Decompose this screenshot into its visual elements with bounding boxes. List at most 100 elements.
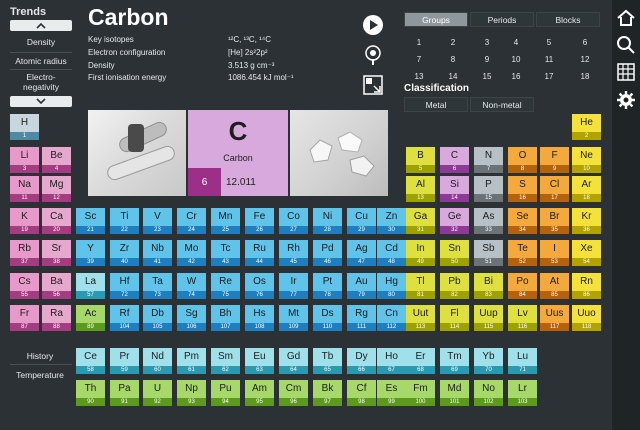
trend-electronegativity[interactable]: Electro- negativity [6, 72, 76, 92]
trend-atomic-radius[interactable]: Atomic radius [6, 56, 76, 66]
element-tile-ca[interactable]: Ca 20 [42, 208, 71, 234]
element-tile-uut[interactable]: Uut 113 [406, 305, 435, 331]
element-tile-eu[interactable]: Eu 63 [245, 348, 274, 374]
element-tile-dy[interactable]: Dy 66 [347, 348, 376, 374]
element-tile-s[interactable]: S 16 [508, 176, 537, 202]
element-tile-at[interactable]: At 85 [540, 273, 569, 299]
element-tile-cs[interactable]: Cs 55 [10, 273, 39, 299]
element-tile-lr[interactable]: Lr 103 [508, 380, 537, 406]
element-tile-uup[interactable]: Uup 115 [474, 305, 503, 331]
group-number-1[interactable]: 1 [404, 38, 434, 47]
element-tile-zr[interactable]: Zr 40 [110, 240, 139, 266]
element-tile-fm[interactable]: Fm 100 [406, 380, 435, 406]
gear-icon[interactable] [616, 90, 636, 110]
element-tile-pm[interactable]: Pm 61 [177, 348, 206, 374]
element-tile-sb[interactable]: Sb 51 [474, 240, 503, 266]
element-tile-fr[interactable]: Fr 87 [10, 305, 39, 331]
group-number-11[interactable]: 11 [534, 55, 564, 64]
element-tile-po[interactable]: Po 84 [508, 273, 537, 299]
element-tile-uuo[interactable]: Uuo 118 [572, 305, 601, 331]
trend-density[interactable]: Density [6, 37, 76, 47]
element-tile-rb[interactable]: Rb 37 [10, 240, 39, 266]
element-tile-rh[interactable]: Rh 45 [279, 240, 308, 266]
element-tile-yb[interactable]: Yb 70 [474, 348, 503, 374]
element-tile-he[interactable]: He 2 [572, 114, 601, 140]
element-tile-no[interactable]: No 102 [474, 380, 503, 406]
element-tile-mt[interactable]: Mt 109 [279, 305, 308, 331]
element-tile-mn[interactable]: Mn 25 [211, 208, 240, 234]
element-tile-br[interactable]: Br 35 [540, 208, 569, 234]
info-card-icon[interactable] [362, 74, 384, 96]
tab-periods[interactable]: Periods [470, 12, 534, 27]
element-tile-db[interactable]: Db 105 [143, 305, 172, 331]
group-number-14[interactable]: 14 [438, 72, 468, 81]
element-tile-ds[interactable]: Ds 110 [313, 305, 342, 331]
history-button[interactable]: History [8, 351, 72, 361]
element-tile-uus[interactable]: Uus 117 [540, 305, 569, 331]
element-tile-ra[interactable]: Ra 88 [42, 305, 71, 331]
group-number-6[interactable]: 6 [570, 38, 600, 47]
element-tile-nb[interactable]: Nb 41 [143, 240, 172, 266]
element-tile-ag[interactable]: Ag 47 [347, 240, 376, 266]
element-tile-mg[interactable]: Mg 12 [42, 176, 71, 202]
element-tile-cm[interactable]: Cm 96 [279, 380, 308, 406]
element-tile-co[interactable]: Co 27 [279, 208, 308, 234]
group-number-7[interactable]: 7 [404, 55, 434, 64]
group-number-5[interactable]: 5 [534, 38, 564, 47]
element-tile-pb[interactable]: Pb 82 [440, 273, 469, 299]
element-tile-rn[interactable]: Rn 86 [572, 273, 601, 299]
element-tile-gd[interactable]: Gd 64 [279, 348, 308, 374]
element-tile-ce[interactable]: Ce 58 [76, 348, 105, 374]
element-tile-ni[interactable]: Ni 28 [313, 208, 342, 234]
element-tile-bh[interactable]: Bh 107 [211, 305, 240, 331]
element-tile-sn[interactable]: Sn 50 [440, 240, 469, 266]
element-tile-u[interactable]: U 92 [143, 380, 172, 406]
element-tile-mo[interactable]: Mo 42 [177, 240, 206, 266]
element-tile-sr[interactable]: Sr 38 [42, 240, 71, 266]
play-icon[interactable] [362, 14, 384, 36]
element-tile-be[interactable]: Be 4 [42, 147, 71, 173]
group-number-16[interactable]: 16 [501, 72, 531, 81]
group-number-2[interactable]: 2 [438, 38, 468, 47]
element-tile-as[interactable]: As 33 [474, 208, 503, 234]
element-tile-cr[interactable]: Cr 24 [177, 208, 206, 234]
element-tile-os[interactable]: Os 76 [245, 273, 274, 299]
element-tile-fe[interactable]: Fe 26 [245, 208, 274, 234]
element-tile-hf[interactable]: Hf 72 [110, 273, 139, 299]
element-tile-sg[interactable]: Sg 106 [177, 305, 206, 331]
element-tile-pd[interactable]: Pd 46 [313, 240, 342, 266]
group-number-17[interactable]: 17 [534, 72, 564, 81]
element-tile-tm[interactable]: Tm 69 [440, 348, 469, 374]
element-tile-h[interactable]: H1 [10, 114, 39, 140]
element-tile-bi[interactable]: Bi 83 [474, 273, 503, 299]
element-tile-pu[interactable]: Pu 94 [211, 380, 240, 406]
element-tile-es[interactable]: Es 99 [377, 380, 406, 406]
element-tile-te[interactable]: Te 52 [508, 240, 537, 266]
element-tile-th[interactable]: Th 90 [76, 380, 105, 406]
element-tile-y[interactable]: Y 39 [76, 240, 105, 266]
element-tile-k[interactable]: K 19 [10, 208, 39, 234]
element-tile-f[interactable]: F9 [540, 147, 569, 173]
element-tile-ar[interactable]: Ar 18 [572, 176, 601, 202]
element-tile-in[interactable]: In 49 [406, 240, 435, 266]
element-tile-pr[interactable]: Pr 59 [110, 348, 139, 374]
trends-up-button[interactable] [10, 20, 72, 31]
element-tile-la[interactable]: La 57 [76, 273, 105, 299]
classification-metal-button[interactable]: Metal [404, 97, 468, 112]
element-tile-fl[interactable]: Fl 114 [440, 305, 469, 331]
group-number-15[interactable]: 15 [472, 72, 502, 81]
element-tile-sc[interactable]: Sc 21 [76, 208, 105, 234]
element-tile-rf[interactable]: Rf 104 [110, 305, 139, 331]
element-tile-ge[interactable]: Ge 32 [440, 208, 469, 234]
element-tile-ho[interactable]: Ho 67 [377, 348, 406, 374]
atom-model-icon[interactable] [362, 44, 384, 66]
element-tile-na[interactable]: Na 11 [10, 176, 39, 202]
element-tile-w[interactable]: W 74 [177, 273, 206, 299]
element-tile-v[interactable]: V 23 [143, 208, 172, 234]
element-tile-ba[interactable]: Ba 56 [42, 273, 71, 299]
element-tile-p[interactable]: P 15 [474, 176, 503, 202]
tab-blocks[interactable]: Blocks [536, 12, 600, 27]
element-tile-tc[interactable]: Tc 43 [211, 240, 240, 266]
element-tile-cl[interactable]: Cl 17 [540, 176, 569, 202]
element-tile-am[interactable]: Am 95 [245, 380, 274, 406]
